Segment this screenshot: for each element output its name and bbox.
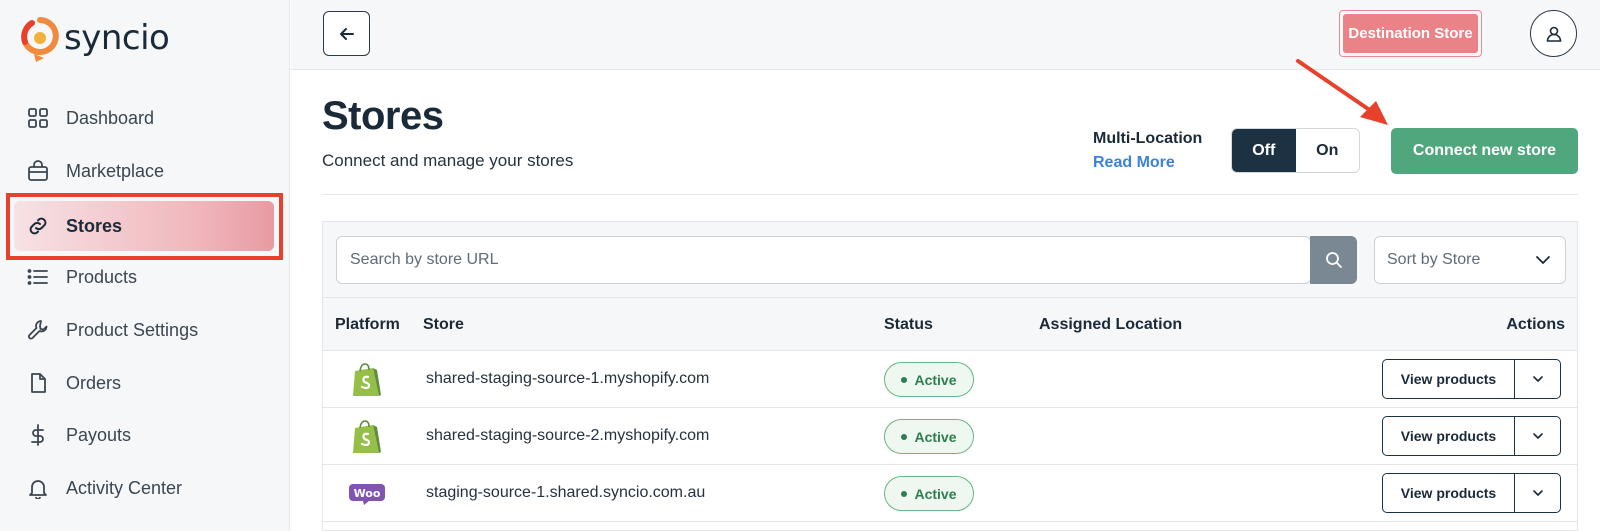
syncio-logo-icon <box>21 17 59 62</box>
status-badge: Active <box>884 476 974 511</box>
list-icon <box>26 265 50 289</box>
sidebar-item-label: Orders <box>66 372 122 393</box>
shopify-icon <box>349 419 385 455</box>
sidebar-item-label: Marketplace <box>66 160 165 181</box>
row-actions-dropdown[interactable] <box>1515 474 1560 512</box>
sidebar-item-products[interactable]: Products <box>26 257 137 297</box>
search-input[interactable]: Search by store URL <box>336 236 1311 284</box>
column-header-actions: Actions <box>1506 316 1565 333</box>
status-badge: Active <box>884 419 974 454</box>
sidebar-item-label: Dashboard <box>66 107 155 128</box>
column-header-assigned-location: Assigned Location <box>1039 316 1183 333</box>
sidebar-item-stores[interactable]: Stores <box>26 206 122 246</box>
connect-new-store-button[interactable]: Connect new store <box>1391 128 1578 174</box>
row-actions-dropdown[interactable] <box>1515 360 1560 398</box>
syncio-logo[interactable]: syncio <box>20 12 170 64</box>
row-actions-dropdown[interactable] <box>1515 417 1560 455</box>
column-header-status: Status <box>884 316 933 333</box>
column-header-platform: Platform <box>335 316 400 333</box>
sidebar-item-label: Product Settings <box>66 319 199 340</box>
sidebar-item-payouts[interactable]: Payouts <box>26 415 131 455</box>
row-actions: View products <box>1382 473 1561 513</box>
table-header <box>323 298 1577 351</box>
table-toolbar: Search by store URL Sort by Store <box>323 222 1577 298</box>
status-text: Active <box>914 371 957 388</box>
multi-location-label: Multi-Location <box>1093 130 1203 147</box>
sidebar-item-dashboard[interactable]: Dashboard <box>26 98 154 138</box>
status-dot <box>901 490 908 497</box>
status-dot <box>901 376 908 383</box>
toggle-on-option[interactable]: On <box>1296 129 1360 172</box>
link-icon <box>26 214 50 238</box>
status-text: Active <box>914 485 957 502</box>
sidebar-item-label: Stores <box>66 215 123 236</box>
status-text: Active <box>914 428 957 445</box>
table-row: shared-staging-source-1.myshopify.com Ac… <box>323 351 1577 408</box>
chevron-down-icon <box>1532 376 1543 382</box>
top-bar: Destination Store <box>291 0 1600 70</box>
woo-logo-text: Woo <box>354 487 381 500</box>
shopify-icon <box>349 362 385 398</box>
status-dot <box>901 433 908 440</box>
sidebar-item-marketplace[interactable]: Marketplace <box>26 151 164 191</box>
header-divider <box>322 194 1578 195</box>
sidebar-item-orders[interactable]: Orders <box>26 363 121 403</box>
logo-text: syncio <box>64 18 170 58</box>
file-icon <box>26 371 50 395</box>
search-button[interactable] <box>1310 236 1357 284</box>
arrow-left-icon <box>339 27 354 40</box>
sort-select-value: Sort by Store <box>1387 251 1481 268</box>
page-title: Stores <box>322 94 444 138</box>
status-badge: Active <box>884 362 974 397</box>
woo-icon: Woo <box>349 476 385 512</box>
view-products-button[interactable]: View products <box>1383 474 1515 512</box>
store-url: staging-source-1.shared.syncio.com.au <box>426 484 706 501</box>
back-button[interactable] <box>323 11 370 56</box>
view-products-button[interactable]: View products <box>1383 417 1515 455</box>
chevron-down-icon <box>1532 433 1543 439</box>
user-menu-button[interactable] <box>1530 10 1577 57</box>
view-products-button[interactable]: View products <box>1383 360 1515 398</box>
bell-icon <box>26 476 50 500</box>
sidebar: syncio Dashboard Marketplace Stores Prod… <box>0 0 290 531</box>
sidebar-item-label: Activity Center <box>66 477 183 498</box>
store-url: shared-staging-source-1.myshopify.com <box>426 370 710 387</box>
grid-icon <box>26 106 50 130</box>
chevron-down-icon <box>1532 490 1543 496</box>
wrench-icon <box>26 318 50 342</box>
shopping-bag-icon <box>26 159 50 183</box>
store-url: shared-staging-source-2.myshopify.com <box>426 427 710 444</box>
annotation-arrow <box>1296 59 1388 125</box>
row-actions: View products <box>1382 416 1561 456</box>
user-icon <box>1546 26 1561 42</box>
stores-table-card: Search by store URL Sort by Store Platfo… <box>322 221 1578 531</box>
table-row: Woo staging-source-1.shared.syncio.com.a… <box>323 465 1577 522</box>
chevron-down-icon <box>1536 256 1550 264</box>
sidebar-item-label: Payouts <box>66 424 132 445</box>
sort-select[interactable]: Sort by Store <box>1374 236 1566 284</box>
sidebar-item-label: Products <box>66 266 138 287</box>
dollar-icon <box>26 423 50 447</box>
table-row: shared-staging-source-2.myshopify.com Ac… <box>323 408 1577 465</box>
page-subtitle: Connect and manage your stores <box>322 151 574 170</box>
row-actions: View products <box>1382 359 1561 399</box>
column-header-store: Store <box>423 316 464 333</box>
search-icon <box>1325 252 1342 268</box>
sidebar-item-product-settings[interactable]: Product Settings <box>26 310 198 350</box>
sidebar-item-activity-center[interactable]: Activity Center <box>26 468 182 508</box>
destination-store-button[interactable]: Destination Store <box>1343 14 1478 53</box>
read-more-link[interactable]: Read More <box>1093 154 1175 172</box>
toggle-off-option[interactable]: Off <box>1232 129 1296 172</box>
